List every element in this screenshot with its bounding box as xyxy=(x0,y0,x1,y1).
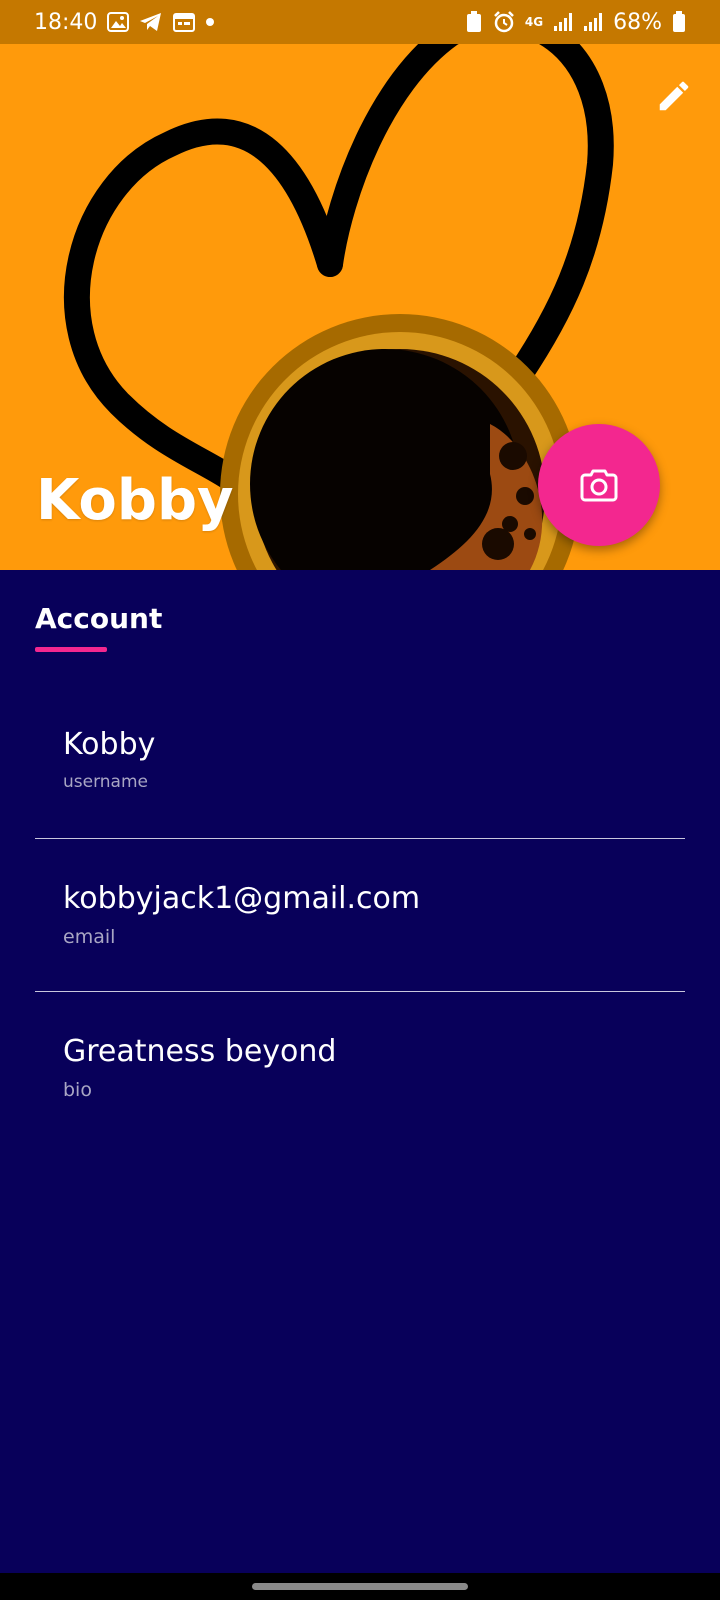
status-bar: 18:40 4G 68% xyxy=(0,0,720,44)
email-label: email xyxy=(63,926,116,948)
status-right: 4G 68% xyxy=(465,10,686,35)
username-field[interactable]: Kobby username xyxy=(63,726,155,792)
bio-value: Greatness beyond xyxy=(63,1034,337,1069)
username-value: Kobby xyxy=(63,727,156,762)
username-label: username xyxy=(63,772,148,792)
calendar-notification-icon xyxy=(173,12,196,32)
section-title: Account xyxy=(35,602,163,635)
battery-saver-icon xyxy=(465,11,483,33)
home-gesture-handle[interactable] xyxy=(252,1583,468,1590)
email-value: kobbyjack1@gmail.com xyxy=(63,881,421,916)
divider xyxy=(35,991,685,992)
email-field[interactable]: kobbyjack1@gmail.com email xyxy=(63,880,420,948)
battery-icon xyxy=(672,11,686,33)
section-title-underline xyxy=(35,647,107,652)
edit-button[interactable] xyxy=(648,70,700,122)
gallery-notification-icon xyxy=(107,12,130,32)
telegram-notification-icon xyxy=(139,12,163,32)
bio-label: bio xyxy=(63,1079,92,1101)
camera-icon xyxy=(580,469,618,502)
change-photo-button[interactable] xyxy=(538,424,660,546)
bio-field[interactable]: Greatness beyond bio xyxy=(63,1033,336,1101)
status-left: 18:40 xyxy=(34,10,215,35)
divider xyxy=(35,838,685,839)
profile-name: Kobby xyxy=(36,468,234,533)
pencil-icon xyxy=(659,81,689,111)
status-time: 18:40 xyxy=(34,9,98,35)
battery-percent: 68% xyxy=(613,9,662,35)
system-navigation-bar xyxy=(0,1573,720,1600)
signal-1-icon xyxy=(553,12,573,32)
more-notifications-dot-icon xyxy=(205,17,215,27)
alarm-icon xyxy=(493,11,515,33)
network-type-label: 4G xyxy=(524,15,544,29)
signal-2-icon xyxy=(583,12,603,32)
